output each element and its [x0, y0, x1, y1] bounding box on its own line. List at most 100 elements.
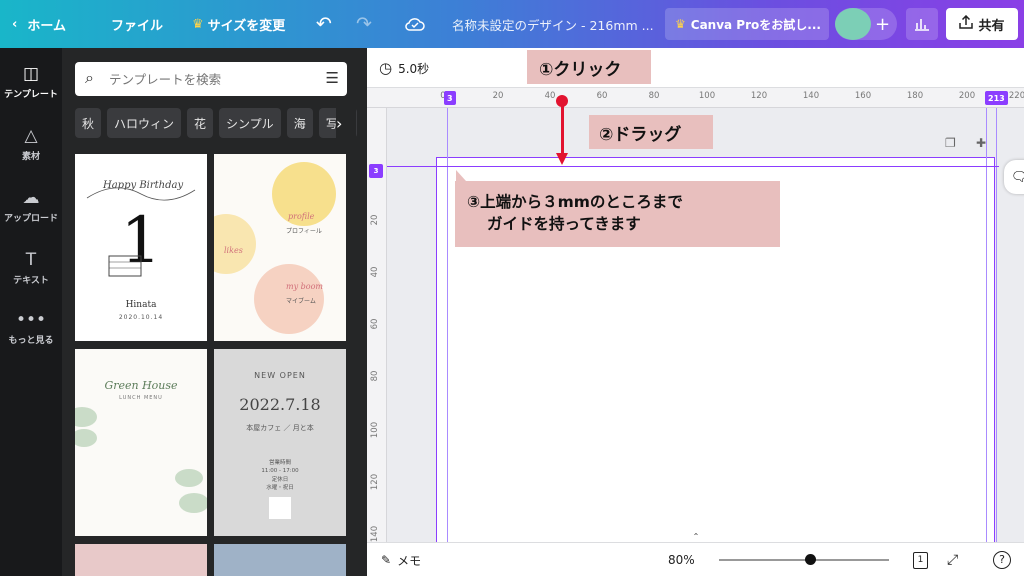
chip-flower[interactable]: 花 — [187, 108, 214, 138]
clock-icon: ◷ — [379, 59, 393, 77]
ruler-guide-horizontal[interactable] — [387, 166, 999, 167]
collaborators[interactable]: + — [835, 8, 897, 40]
template-date-text: 2020.10.14 — [118, 314, 164, 321]
redo-icon[interactable]: ↷ — [356, 0, 372, 48]
design-title[interactable]: 名称未設定のデザイン - 216mm ... — [452, 0, 654, 48]
plus-icon[interactable]: + — [875, 8, 890, 40]
drag-start-dot — [556, 95, 568, 107]
undo-icon[interactable]: ↶ — [316, 0, 332, 48]
ruler-tick: 220 — [1008, 91, 1024, 101]
comment-icon[interactable]: 🗨 — [1004, 160, 1024, 194]
bottom-bar: ✎ メモ 80% 1 ⤢ ? — [367, 542, 1024, 576]
ruler-tick: 100 — [370, 421, 380, 439]
drag-arrow-head — [556, 153, 568, 165]
crown-icon: ♛ — [675, 17, 686, 31]
duplicate-page-icon[interactable]: ❐ — [945, 136, 956, 150]
ruler-tick: 80 — [370, 370, 380, 382]
callout-guide-instruction: ③上端から３mmのところまで ガイドを持ってきます — [455, 181, 780, 247]
ruler-marker-end: 213 — [985, 91, 1008, 105]
rail-item-text[interactable]: T テキスト — [0, 250, 62, 286]
file-menu-button[interactable]: ファイル — [111, 0, 163, 48]
template-boom-label: my boom — [286, 282, 323, 291]
category-chips: 秋 ハロウィン 花 シンプル 海 写真 — [75, 108, 357, 138]
callout-click: ①クリック — [527, 50, 651, 84]
canva-pro-trial-button[interactable]: ♛ Canva Proをお試し... — [665, 8, 829, 40]
zoom-slider-handle[interactable] — [805, 554, 816, 565]
chip-sea[interactable]: 海 — [286, 108, 313, 138]
pro-label: Canva Proをお試し... — [690, 17, 821, 32]
resize-button[interactable]: ♛ サイズを変更 — [192, 0, 285, 48]
ruler-tick: 120 — [370, 473, 380, 491]
timing-button[interactable]: ◷ 5.0秒 — [379, 48, 429, 88]
home-button[interactable]: ‹ ホーム — [12, 0, 66, 48]
callout-drag: ②ドラッグ — [589, 115, 713, 149]
template-card-partial[interactable] — [75, 544, 207, 576]
template-likes-label: likes — [224, 246, 243, 255]
insights-chart-icon[interactable] — [906, 8, 938, 40]
avatar[interactable] — [835, 8, 871, 40]
template-hours-text: 営業時間 11:00 - 17:00 定休日 水曜・祝日 — [261, 460, 299, 491]
ruler-tick: 40 — [544, 91, 556, 101]
more-dots-icon: ••• — [15, 310, 47, 330]
ruler-tick: 60 — [596, 91, 608, 101]
top-bar: ‹ ホーム ファイル ♛ サイズを変更 ↶ ↷ 名称未設定のデザイン - 216… — [0, 0, 1024, 48]
home-label: ホーム — [27, 18, 66, 34]
page-count-button[interactable]: 1 — [913, 543, 928, 576]
rail-item-templates[interactable]: ◫ テンプレート — [0, 64, 62, 100]
chip-simple[interactable]: シンプル — [219, 108, 281, 138]
share-button[interactable]: 共有 — [946, 8, 1018, 40]
rail-more-label: もっと見る — [8, 336, 54, 346]
crown-icon: ♛ — [192, 16, 204, 32]
zoom-slider[interactable] — [719, 559, 889, 561]
share-upload-icon — [959, 14, 974, 33]
template-card-birthday[interactable]: Happy Birthday 1 Hinata 2020.10.14 — [75, 154, 207, 341]
rail-item-uploads[interactable]: ☁ アップロード — [0, 188, 62, 224]
template-logo-square — [269, 497, 291, 519]
cloud-upload-icon: ☁ — [22, 188, 40, 208]
template-card-profile[interactable]: profile プロフィール likes my boom マイブーム — [214, 154, 346, 341]
notes-button[interactable]: ✎ メモ — [381, 543, 421, 576]
editor-toolbar: ◷ 5.0秒 — [367, 48, 1024, 88]
ruler-tick: 20 — [370, 214, 380, 226]
notes-label: メモ — [397, 553, 422, 568]
zoom-level[interactable]: 80% — [668, 543, 695, 576]
rail-item-elements[interactable]: △ 素材 — [0, 126, 62, 162]
callout-line-2: ガイドを持ってきます — [487, 214, 641, 233]
template-name-text: Hinata — [125, 300, 157, 310]
template-card-new-open[interactable]: NEW OPEN 2022.7.18 本屋カフェ ／ 月と本 営業時間 11:0… — [214, 349, 346, 536]
ruler-tick: 160 — [854, 91, 872, 101]
drag-arrow-line — [561, 101, 564, 157]
template-card-partial[interactable] — [214, 544, 346, 576]
template-place-text: 本屋カフェ ／ 月と本 — [246, 424, 314, 432]
chip-autumn[interactable]: 秋 — [75, 108, 102, 138]
chip-halloween[interactable]: ハロウィン — [107, 108, 182, 138]
leaf-shape — [75, 407, 97, 427]
ruler-tick: 140 — [370, 525, 380, 543]
search-icon: ⌕ — [85, 68, 94, 87]
left-rail: ◫ テンプレート △ 素材 ☁ アップロード T テキスト ••• もっと見る — [0, 48, 62, 576]
chevron-right-icon[interactable]: › — [336, 108, 356, 138]
chevron-left-icon: ‹ — [12, 16, 18, 32]
help-icon[interactable]: ? — [993, 543, 1011, 576]
ruler-tick: 60 — [370, 318, 380, 330]
template-date-big: 2022.7.18 — [239, 395, 321, 414]
template-profile-jp: プロフィール — [286, 228, 322, 235]
shapes-icon: △ — [24, 126, 38, 146]
notes-pencil-icon: ✎ — [381, 553, 392, 567]
margin-guide-right — [986, 108, 987, 542]
template-card-green-house[interactable]: Green House LUNCH MENU — [75, 349, 207, 536]
ruler-tick: 180 — [906, 91, 924, 101]
cloud-save-icon[interactable] — [404, 0, 426, 48]
rail-templates-label: テンプレート — [4, 90, 58, 100]
leaf-shape — [179, 493, 207, 513]
add-page-icon[interactable]: ✚ — [976, 136, 986, 150]
template-green-house-title: Green House — [104, 379, 178, 392]
search-input[interactable] — [109, 62, 309, 96]
fullscreen-icon[interactable]: ⤢ — [947, 543, 958, 576]
template-search[interactable]: ⌕ ☰ — [75, 62, 347, 96]
rail-item-more[interactable]: ••• もっと見る — [0, 310, 62, 346]
filter-sliders-icon[interactable]: ☰ — [326, 69, 339, 87]
margin-guide-left — [447, 108, 448, 542]
decorative-swirl — [86, 187, 196, 201]
ruler-horizontal[interactable]: 0 20 40 60 80 100 120 140 160 180 200 22… — [367, 88, 1024, 108]
